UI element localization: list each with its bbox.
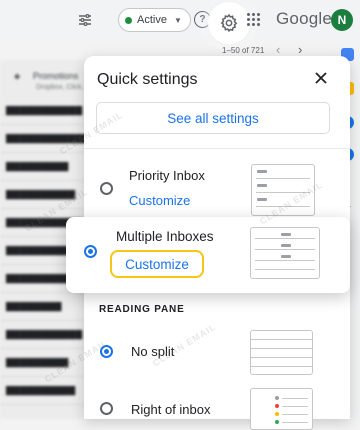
top-bar: Active ▼ ? Google N bbox=[0, 0, 360, 44]
priority-inbox-label: Priority Inbox bbox=[129, 168, 205, 183]
google-logo[interactable]: Google bbox=[276, 9, 332, 29]
no-split-radio[interactable] bbox=[100, 345, 113, 358]
no-split-thumbnail bbox=[250, 330, 313, 375]
apps-grid-icon[interactable] bbox=[247, 13, 261, 27]
divider bbox=[84, 148, 350, 149]
gear-icon bbox=[220, 13, 238, 33]
status-label: Active bbox=[137, 14, 167, 26]
close-icon[interactable] bbox=[313, 70, 329, 86]
multiple-inboxes-thumbnail bbox=[250, 227, 320, 279]
see-all-settings-button[interactable]: See all settings bbox=[96, 102, 330, 134]
priority-inbox-customize-link[interactable]: Customize bbox=[129, 193, 190, 208]
promotions-tab[interactable]: ⬥ Promotions Dropbox, Click... bbox=[14, 71, 87, 91]
status-dropdown[interactable]: Active ▼ bbox=[118, 8, 191, 32]
priority-inbox-radio[interactable] bbox=[100, 182, 113, 195]
pagination-count: 1–50 of 721 bbox=[222, 46, 265, 55]
multiple-inboxes-radio[interactable] bbox=[84, 245, 97, 258]
caret-down-icon: ▼ bbox=[173, 15, 182, 25]
right-of-inbox-radio[interactable] bbox=[100, 402, 113, 415]
chevron-right-icon[interactable]: › bbox=[298, 42, 302, 57]
filter-options-icon[interactable] bbox=[76, 11, 94, 29]
right-of-inbox-label: Right of inbox bbox=[131, 402, 211, 417]
right-of-inbox-thumbnail bbox=[250, 388, 313, 430]
panel-title: Quick settings bbox=[97, 71, 198, 88]
settings-button[interactable] bbox=[208, 2, 250, 44]
priority-inbox-thumbnail bbox=[251, 164, 315, 216]
multiple-inboxes-customize-button[interactable]: Customize bbox=[110, 250, 204, 278]
no-split-label: No split bbox=[131, 344, 175, 359]
multiple-inboxes-label: Multiple Inboxes bbox=[116, 229, 214, 244]
promotions-label: Promotions bbox=[32, 71, 79, 81]
promotions-senders: Dropbox, Click... bbox=[36, 84, 88, 91]
status-dot-icon bbox=[125, 16, 132, 24]
chevron-left-icon[interactable]: ‹ bbox=[276, 42, 280, 57]
multiple-inboxes-option[interactable]: Multiple Inboxes Customize bbox=[66, 217, 350, 293]
tag-icon: ⬥ bbox=[14, 71, 21, 81]
avatar[interactable]: N bbox=[331, 9, 353, 31]
reading-pane-heading: READING PANE bbox=[99, 304, 185, 315]
